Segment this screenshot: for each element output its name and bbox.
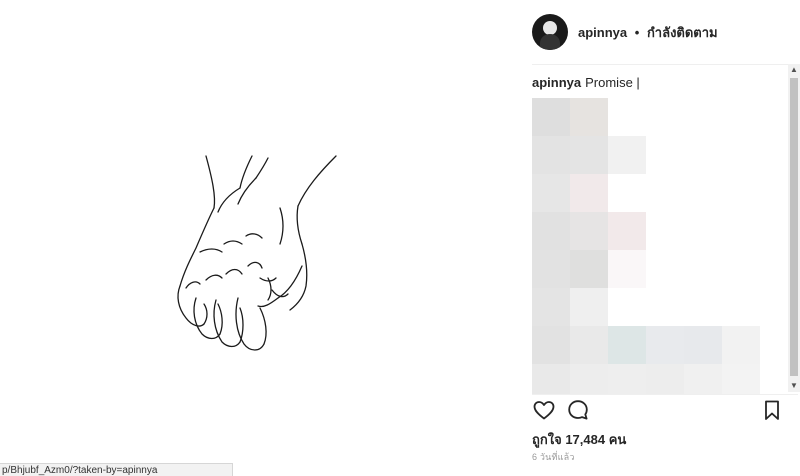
mosaic-tile	[570, 136, 608, 174]
mosaic-tile	[608, 250, 646, 288]
action-bar	[532, 398, 784, 424]
comment-icon[interactable]	[566, 398, 590, 422]
actions-divider	[532, 394, 798, 395]
mosaic-tile	[532, 212, 570, 250]
mosaic-tile	[608, 212, 646, 250]
mosaic-tile	[608, 136, 646, 174]
mosaic-tile	[532, 136, 570, 174]
header-divider	[532, 64, 798, 65]
mosaic-tile	[532, 326, 570, 364]
mosaic-tile	[532, 364, 570, 394]
mosaic-tile	[608, 326, 646, 364]
status-url: p/Bhjubf_Azm0/?taken-by=apinnya	[2, 465, 158, 476]
scroll-thumb[interactable]	[790, 78, 798, 376]
instagram-post-window: apinnya • กำลังติดตาม apinnya Promise |	[0, 0, 800, 476]
holding-hands-drawing	[177, 155, 337, 351]
caption-text: Promise |	[585, 75, 640, 90]
mosaic-tile	[570, 212, 608, 250]
mosaic-tile	[532, 250, 570, 288]
mosaic-tile	[570, 98, 608, 136]
post-timestamp[interactable]: 6 วันที่แล้ว	[532, 450, 575, 464]
scroll-up-arrow[interactable]: ▲	[788, 64, 800, 76]
heart-icon[interactable]	[532, 398, 556, 422]
mosaic-tile	[570, 288, 608, 326]
likes-count[interactable]: ถูกใจ 17,484 คน	[532, 429, 626, 450]
mosaic-tile	[532, 174, 570, 212]
mosaic-tile	[570, 174, 608, 212]
mosaic-tile	[570, 326, 608, 364]
mosaic-tile	[570, 364, 608, 394]
mosaic-tile	[608, 364, 646, 394]
username-link[interactable]: apinnya	[578, 25, 627, 40]
avatar-face	[543, 21, 557, 35]
mosaic-tile	[646, 364, 684, 394]
blurred-comments	[532, 98, 772, 394]
bookmark-icon[interactable]	[760, 398, 784, 422]
separator-dot: •	[634, 24, 640, 40]
browser-status-bar: p/Bhjubf_Azm0/?taken-by=apinnya	[0, 463, 233, 476]
mosaic-tile	[570, 250, 608, 288]
header-text: apinnya • กำลังติดตาม	[578, 22, 718, 43]
mosaic-tile	[722, 364, 760, 394]
mosaic-tile	[646, 326, 684, 364]
post-sidebar: apinnya • กำลังติดตาม apinnya Promise |	[518, 0, 800, 476]
caption: apinnya Promise |	[532, 74, 782, 92]
comments-scrollbar[interactable]: ▲ ▼	[788, 64, 800, 392]
scroll-down-arrow[interactable]: ▼	[788, 380, 800, 392]
avatar-body	[540, 34, 560, 50]
mosaic-tile	[684, 364, 722, 394]
mosaic-tile	[722, 326, 760, 364]
mosaic-tile	[684, 326, 722, 364]
caption-username[interactable]: apinnya	[532, 75, 581, 90]
post-header: apinnya • กำลังติดตาม	[532, 12, 798, 52]
mosaic-tile	[532, 288, 570, 326]
following-button[interactable]: กำลังติดตาม	[647, 25, 718, 40]
post-image[interactable]	[0, 0, 518, 476]
mosaic-tile	[532, 98, 570, 136]
avatar[interactable]	[532, 14, 568, 50]
